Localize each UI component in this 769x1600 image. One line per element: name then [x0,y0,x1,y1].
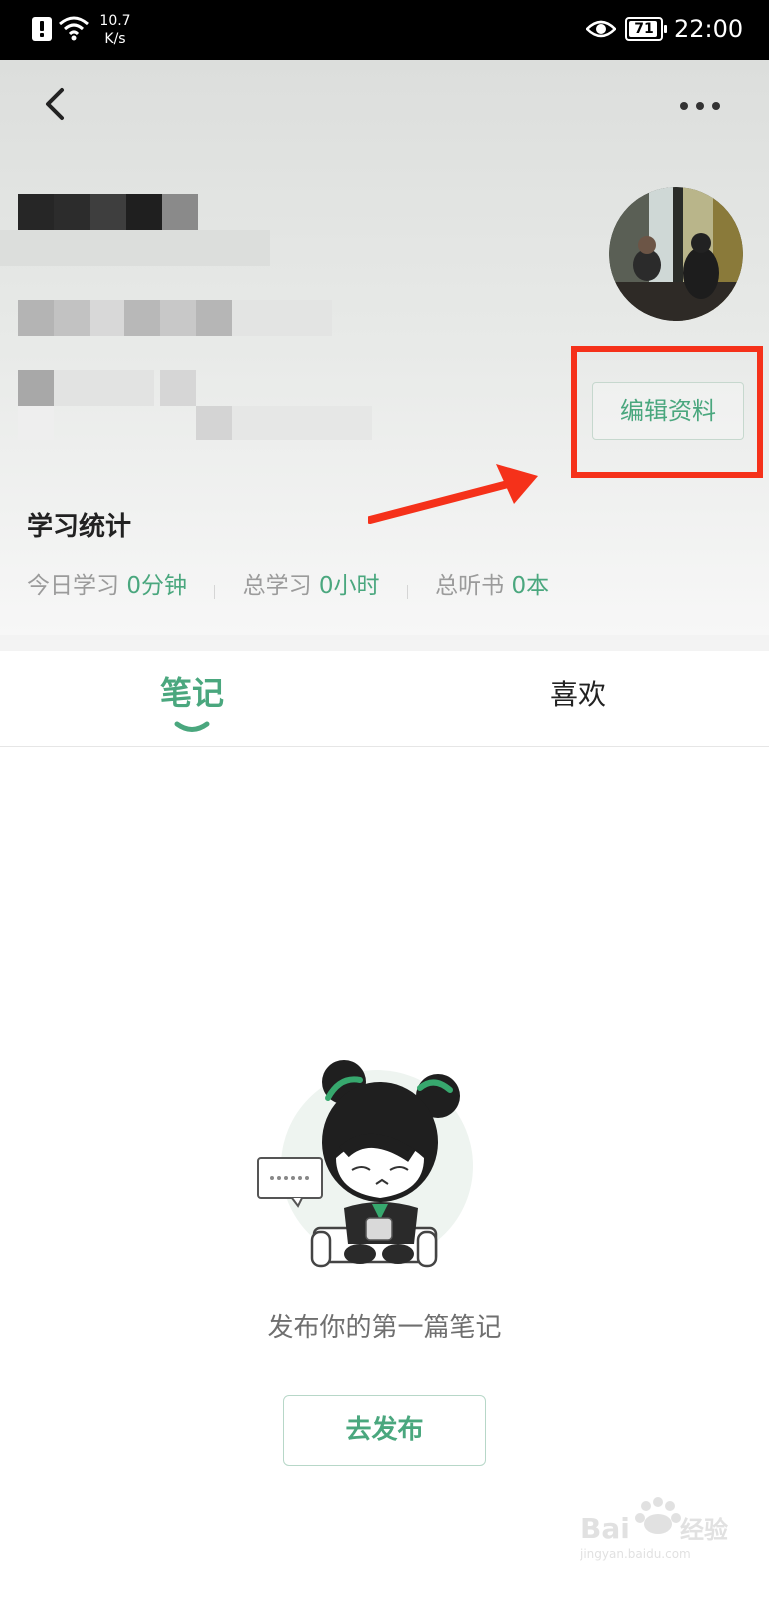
more-horizontal-icon[interactable] [680,92,724,116]
clock: 22:00 [674,15,744,43]
avatar[interactable] [609,187,743,321]
watermark-subtext: jingyan.baidu.com [580,1547,691,1561]
today-study-label: 今日学习 [27,573,119,599]
tab-bar: 笔记 喜欢 [0,651,769,747]
today-study-value: 0分钟 [126,573,187,599]
svg-text:经验: 经验 [680,1516,728,1544]
chevron-left-icon[interactable] [36,84,76,124]
status-bar: 10.7 K/s 71 22:00 [0,0,769,60]
publish-button[interactable]: 去发布 [283,1395,486,1466]
alert-icon [32,17,52,41]
total-study-label: 总学习 [242,573,312,599]
total-study-value: 0小时 [318,573,380,599]
tab-notes[interactable]: 笔记 [130,673,254,713]
network-speed: 10.7 K/s [99,13,131,47]
section-divider [0,635,769,651]
edit-profile-button[interactable]: 编辑资料 [592,382,744,440]
total-listened-value: 0本 [511,573,550,599]
tab-likes[interactable]: 喜欢 [518,675,638,715]
arrow-annotation-icon [368,464,538,524]
baidu-jingyan-watermark: Bai 经验 jingyan.baidu.com [580,1497,728,1561]
divider [214,585,216,599]
wifi-icon [59,16,89,41]
divider [406,585,408,599]
eye-icon [586,20,616,38]
svg-text:Bai: Bai [580,1512,630,1545]
profile-header: 编辑资料 学习统计 今日学习 0分钟 总学习 0小时 总听书 0本 [0,60,769,635]
active-tab-indicator [174,721,210,732]
stats-row: 今日学习 0分钟 总学习 0小时 总听书 0本 [27,570,549,602]
empty-state-message: 发布你的第一篇笔记 [267,1313,502,1343]
total-listened-label: 总听书 [435,573,505,599]
battery-icon: 71 [625,17,667,41]
stats-title: 学习统计 [27,512,132,542]
empty-notes-illustration [257,1060,473,1268]
